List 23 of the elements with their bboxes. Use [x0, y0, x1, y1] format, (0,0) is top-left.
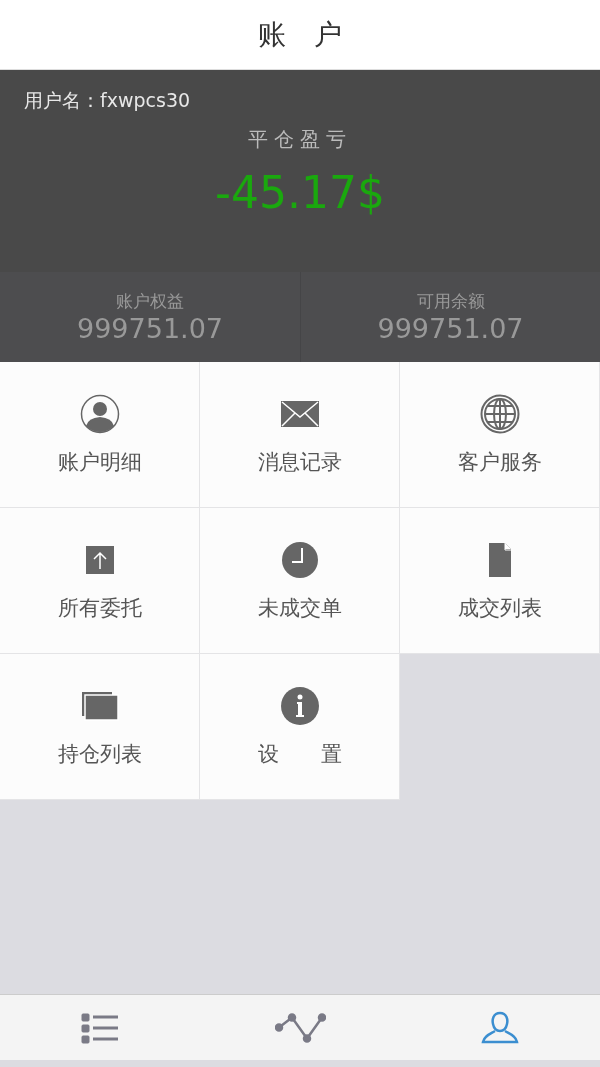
pnl-value: -45.17$: [215, 167, 385, 218]
user-icon: [481, 1011, 519, 1043]
menu-tile[interactable]: 未成交单: [200, 508, 400, 654]
menu-tile[interactable]: 客户服务: [400, 362, 600, 508]
clock-icon: [279, 539, 320, 580]
page-title: 账 户: [258, 16, 342, 53]
stat-label: 可用余额: [416, 290, 485, 313]
menu-tile[interactable]: 所有委托: [0, 508, 200, 654]
stat-value: 999751.07: [377, 313, 524, 344]
menu-tile[interactable]: 账户明细: [0, 362, 200, 508]
stat-label: 账户权益: [116, 290, 184, 313]
pnl-label: 平仓盈亏: [248, 126, 352, 153]
menu-tile[interactable]: 设 置: [200, 654, 400, 800]
stat-value: 999751.07: [77, 313, 223, 344]
line-chart-icon: [274, 1012, 326, 1043]
globe-icon: [479, 393, 520, 434]
menu-tile[interactable]: 持仓列表: [0, 654, 200, 800]
user-icon: [79, 393, 120, 434]
username-label: 用户名：fxwpcs30: [24, 88, 191, 113]
info-icon: [279, 685, 320, 726]
menu-tile[interactable]: 成交列表: [400, 508, 600, 654]
list-icon: [81, 1013, 120, 1043]
menu-tile[interactable]: 消息记录: [200, 362, 400, 508]
